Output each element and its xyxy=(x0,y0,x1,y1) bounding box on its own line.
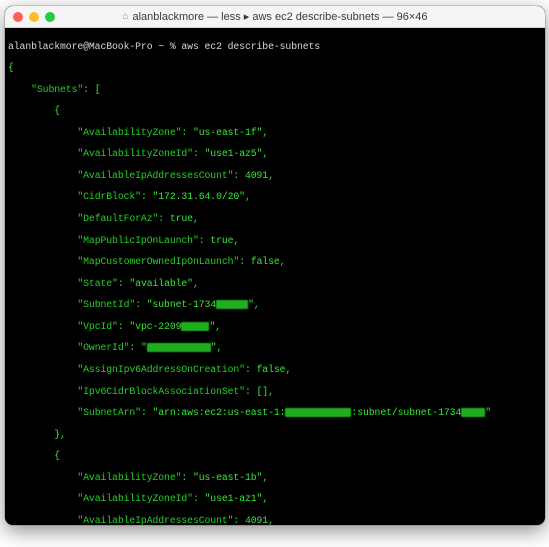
redacted xyxy=(147,343,211,352)
key: "MapPublicIpOnLaunch" xyxy=(77,235,198,246)
redacted xyxy=(181,322,209,331)
terminal-output[interactable]: alanblackmore@MacBook-Pro ~ % aws ec2 de… xyxy=(5,28,545,525)
window-title: alanblackmore — less ▸ aws ec2 describe-… xyxy=(133,10,428,23)
value: 4091 xyxy=(245,515,268,525)
terminal-window: ⌂ alanblackmore — less ▸ aws ec2 describ… xyxy=(5,6,545,525)
home-icon: ⌂ xyxy=(122,11,128,22)
value: "arn:aws:ec2:us-east-1: xyxy=(153,407,286,418)
redacted xyxy=(216,300,248,309)
key: "DefaultForAz" xyxy=(77,213,158,224)
value: "us-east-1b" xyxy=(193,472,262,483)
key: "Ipv6CidrBlockAssociationSet" xyxy=(77,386,245,397)
key: "State" xyxy=(77,278,117,289)
punct: : [ xyxy=(83,84,100,95)
prompt-user: alanblackmore@MacBook-Pro xyxy=(8,41,152,52)
key: "SubnetId" xyxy=(77,299,135,310)
key: "SubnetArn" xyxy=(77,407,141,418)
value: :subnet/subnet-1734 xyxy=(351,407,461,418)
value: false xyxy=(251,256,280,267)
value: true xyxy=(210,235,233,246)
prompt-sep: ~ % xyxy=(152,41,181,52)
key: "AvailableIpAddressesCount" xyxy=(77,170,233,181)
key: "AvailabilityZone" xyxy=(77,127,181,138)
brace: }, xyxy=(54,429,66,440)
redacted xyxy=(285,408,351,417)
key: "AvailabilityZone" xyxy=(77,472,181,483)
key: "AvailabilityZoneId" xyxy=(77,148,193,159)
command: aws ec2 describe-subnets xyxy=(181,41,320,52)
titlebar: ⌂ alanblackmore — less ▸ aws ec2 describ… xyxy=(5,6,545,28)
value: "172.31.64.0/20" xyxy=(153,191,245,202)
key-subnets: "Subnets" xyxy=(31,84,83,95)
key: "AvailableIpAddressesCount" xyxy=(77,515,233,525)
value: false xyxy=(257,364,286,375)
minimize-icon[interactable] xyxy=(29,12,39,22)
key: "CidrBlock" xyxy=(77,191,141,202)
brace: { xyxy=(54,105,60,116)
value: "available" xyxy=(129,278,193,289)
value: [] xyxy=(257,386,269,397)
traffic-lights xyxy=(13,12,55,22)
value: " xyxy=(141,342,147,353)
window-title-wrap: ⌂ alanblackmore — less ▸ aws ec2 describ… xyxy=(5,10,545,23)
redacted xyxy=(461,408,485,417)
value: 4091 xyxy=(245,170,268,181)
key: "MapCustomerOwnedIpOnLaunch" xyxy=(77,256,239,267)
key: "VpcId" xyxy=(77,321,117,332)
value: "us-east-1f" xyxy=(193,127,262,138)
maximize-icon[interactable] xyxy=(45,12,55,22)
key: "AvailabilityZoneId" xyxy=(77,493,193,504)
value: "use1-az5" xyxy=(205,148,263,159)
value: true xyxy=(170,213,193,224)
brace: { xyxy=(8,62,14,73)
key: "OwnerId" xyxy=(77,342,129,353)
value: "use1-az1" xyxy=(205,493,263,504)
brace: { xyxy=(54,450,60,461)
value: "subnet-1734 xyxy=(147,299,216,310)
key: "AssignIpv6AddressOnCreation" xyxy=(77,364,245,375)
close-icon[interactable] xyxy=(13,12,23,22)
value: "vpc-2209 xyxy=(129,321,181,332)
